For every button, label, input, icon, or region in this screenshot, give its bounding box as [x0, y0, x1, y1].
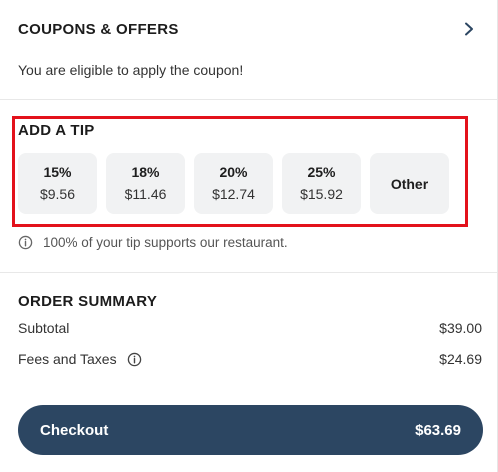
tip-amount: $9.56 — [39, 186, 76, 202]
tip-option-18[interactable]: 18% $11.46 — [106, 153, 185, 214]
checkout-total: $63.69 — [415, 421, 461, 439]
tip-title: ADD A TIP — [18, 122, 95, 139]
cart-panel: COUPONS & OFFERS You are eligible to app… — [0, 0, 498, 472]
divider — [0, 99, 497, 100]
tip-option-25[interactable]: 25% $15.92 — [282, 153, 361, 214]
tip-other-label: Other — [390, 175, 429, 192]
tip-percent: 15% — [43, 164, 72, 180]
tip-options: 15% $9.56 18% $11.46 20% $12.74 25% $15.… — [18, 153, 449, 214]
coupons-title[interactable]: COUPONS & OFFERS — [18, 21, 179, 38]
subtotal-label: Subtotal — [18, 320, 70, 336]
tip-note: 100% of your tip supports our restaurant… — [18, 235, 288, 250]
tip-option-other[interactable]: Other — [370, 153, 449, 214]
info-icon — [18, 235, 33, 250]
checkout-button[interactable]: Checkout $63.69 — [18, 405, 483, 455]
tip-percent: 25% — [307, 164, 336, 180]
tip-note-text: 100% of your tip supports our restaurant… — [43, 235, 288, 250]
tip-amount: $12.74 — [212, 186, 255, 202]
subtotal-row: Subtotal $39.00 — [18, 320, 482, 336]
tip-option-15[interactable]: 15% $9.56 — [18, 153, 97, 214]
coupons-eligibility-text: You are eligible to apply the coupon! — [18, 62, 244, 78]
tip-amount: $15.92 — [300, 186, 343, 202]
tip-amount: $11.46 — [124, 186, 167, 202]
checkout-label: Checkout — [40, 421, 109, 439]
tip-option-20[interactable]: 20% $12.74 — [194, 153, 273, 214]
tip-percent: 18% — [131, 164, 160, 180]
fees-row: Fees and Taxes $24.69 — [18, 351, 482, 367]
info-icon[interactable] — [127, 352, 142, 367]
fees-value: $24.69 — [439, 351, 482, 367]
fees-label-group: Fees and Taxes — [18, 351, 142, 367]
tip-percent: 20% — [219, 164, 248, 180]
subtotal-value: $39.00 — [439, 320, 482, 336]
chevron-right-icon[interactable] — [462, 22, 476, 36]
fees-label: Fees and Taxes — [18, 351, 117, 367]
order-summary-title: ORDER SUMMARY — [18, 293, 158, 310]
divider — [0, 272, 497, 273]
